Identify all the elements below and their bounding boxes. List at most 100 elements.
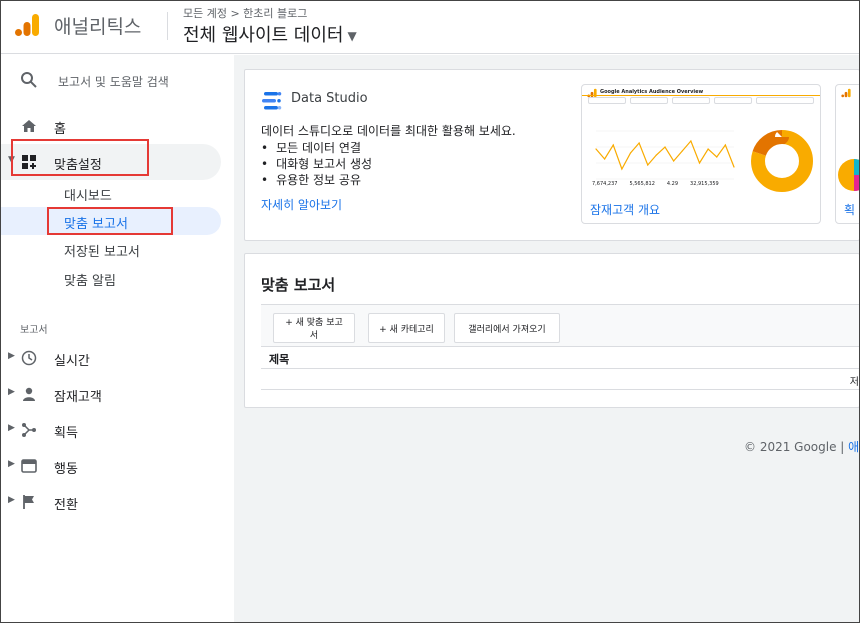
sidebar-subitem-custom-alerts[interactable]: 맞춤 알림 (0, 264, 221, 292)
view-title: 전체 웹사이트 데이터 (183, 25, 344, 46)
sidebar-item-behavior[interactable]: ▶ 행동 (0, 451, 233, 481)
new-custom-report-button[interactable]: + 새 맞춤 보고서 (273, 313, 355, 343)
thumbnail-stat: 7,674,237 (592, 181, 617, 187)
chart-point (604, 158, 606, 160)
chart-point (716, 156, 718, 158)
person-icon (23, 387, 35, 401)
search-icon (21, 72, 37, 88)
chart-point (698, 162, 701, 164)
chart-point (621, 168, 623, 170)
chart-point (707, 148, 709, 150)
data-studio-name: Data Studio (291, 91, 368, 106)
account-breadcrumb[interactable]: 모든 계정 > 한초리 블로그 (183, 5, 307, 21)
thumbnail-donut-chart (751, 130, 813, 192)
header-divider (167, 12, 168, 40)
chart-point (733, 166, 735, 168)
sidebar-item-audience[interactable]: ▶ 잠재고객 (0, 379, 233, 409)
sidebar-subitem-label: 맞춤 알림 (64, 274, 116, 289)
expand-right-icon: ▶ (8, 495, 15, 505)
thumbnail-line-chart (595, 130, 735, 180)
copyright-text: © 2021 Google | (744, 440, 845, 454)
thumbnail-caption[interactable]: 잠재고객 개요 (590, 201, 660, 218)
footer: © 2021 Google | 애널 (744, 438, 860, 455)
view-selector[interactable]: 전체 웹사이트 데이터 ▼ (183, 21, 357, 47)
behavior-window-icon (21, 459, 37, 473)
sidebar-item-label: 획득 (54, 426, 78, 441)
chart-point (638, 142, 640, 144)
chart-point (664, 146, 666, 148)
custom-reports-card: 맞춤 보고서 + 새 맞춤 보고서 + 새 카테고리 갤러리에서 가져오기 제목… (244, 253, 860, 408)
custom-reports-toolbar: + 새 맞춤 보고서 + 새 카테고리 갤러리에서 가져오기 (261, 304, 860, 346)
sidebar-item-label: 맞춤설정 (54, 158, 102, 173)
data-studio-feature-list: 모든 데이터 연결 대화형 보고서 생성 유용한 정보 공유 (261, 140, 372, 188)
chart-point (655, 154, 657, 156)
acquisition-icon (22, 423, 36, 437)
thumbnail-filter-chip (588, 97, 626, 104)
thumbnail-stats: 7,674,237 5,565,812 4.29 32,915,359 (592, 181, 719, 187)
thumbnail-pie-chart (838, 159, 859, 191)
sidebar-subitem-dashboard[interactable]: 대시보드 (0, 179, 221, 207)
thumbnail-filter-chip (672, 97, 710, 104)
chart-point (647, 164, 649, 166)
feature-item: 대화형 보고서 생성 (261, 156, 372, 172)
thumbnail-filter-chip (714, 97, 752, 104)
data-studio-card: Data Studio 데이터 스튜디오로 데이터를 최대한 활용해 보세요. … (244, 69, 860, 241)
thumbnail-stat: 4.29 (667, 181, 678, 187)
expand-right-icon: ▶ (8, 459, 15, 469)
sidebar-item-home[interactable]: 홈 (0, 111, 233, 141)
main-content: Data Studio 데이터 스튜디오로 데이터를 최대한 활용해 보세요. … (234, 55, 860, 623)
data-studio-headline: 데이터 스튜디오로 데이터를 최대한 활용해 보세요. (261, 124, 516, 138)
chart-point (724, 144, 726, 146)
analytics-logo-icon[interactable] (14, 12, 40, 38)
template-thumbnail-audience-overview[interactable]: Google Analytics Audience Overview 7,674… (581, 84, 821, 224)
sidebar: 보고서 및 도움말 검색 홈 ▼ 맞춤설정 대시보드 맞춤 보고서 저장된 보고… (0, 55, 233, 623)
sidebar-item-acquisition[interactable]: ▶ 획득 (0, 415, 233, 445)
sidebar-item-realtime[interactable]: ▶ 실시간 (0, 343, 233, 373)
thumbnail-stat: 32,915,359 (690, 181, 719, 187)
chart-point (612, 144, 614, 146)
new-category-button[interactable]: + 새 카테고리 (368, 313, 445, 343)
sidebar-subitem-label: 맞춤 보고서 (64, 217, 128, 232)
chart-point (629, 152, 632, 154)
caret-down-icon: ▼ (347, 29, 357, 43)
sidebar-item-customization[interactable]: ▼ 맞춤설정 (0, 144, 221, 180)
search-label: 보고서 및 도움말 검색 (58, 75, 169, 89)
sidebar-item-label: 홈 (54, 122, 66, 137)
data-studio-logo-icon (262, 92, 282, 110)
analytics-mini-logo-icon (841, 88, 851, 98)
expand-right-icon: ▶ (8, 351, 15, 361)
dashboard-add-icon (22, 155, 36, 169)
template-thumbnail-acquisition[interactable]: 획 (835, 84, 859, 224)
sidebar-item-label: 실시간 (54, 354, 90, 369)
chart-point (681, 150, 683, 152)
feature-item: 유용한 정보 공유 (261, 172, 372, 188)
feature-item: 모든 데이터 연결 (261, 140, 372, 156)
sidebar-item-conversions[interactable]: ▶ 전환 (0, 487, 233, 517)
chart-point (690, 140, 692, 142)
sidebar-item-label: 전환 (54, 498, 78, 513)
chart-point (595, 148, 597, 150)
expand-right-icon: ▶ (8, 387, 15, 397)
sidebar-search[interactable]: 보고서 및 도움말 검색 (0, 65, 233, 95)
thumbnail-caption[interactable]: 획 (844, 201, 855, 218)
learn-more-link[interactable]: 자세히 알아보기 (261, 196, 342, 213)
footer-link[interactable]: 애널 (848, 440, 860, 454)
section-label-reports: 보고서 (20, 325, 48, 336)
thumbnail-filter-chip (630, 97, 668, 104)
stat-value: 5,565,812 (629, 181, 655, 187)
top-header: 애널리틱스 모든 계정 > 한초리 블로그 전체 웹사이트 데이터 ▼ (0, 0, 860, 54)
expand-right-icon: ▶ (8, 423, 15, 433)
sidebar-subitem-label: 저장된 보고서 (64, 245, 140, 260)
import-from-gallery-button[interactable]: 갤러리에서 가져오기 (454, 313, 560, 343)
app-name: 애널리틱스 (54, 16, 142, 38)
reports-table-header: 제목 (261, 346, 860, 368)
sidebar-subitem-label: 대시보드 (64, 189, 112, 204)
stat-value: 4.29 (666, 181, 679, 187)
column-header-title[interactable]: 제목 (269, 351, 289, 367)
stat-value: 32,915,359 (690, 181, 719, 187)
sidebar-subitem-saved-reports[interactable]: 저장된 보고서 (0, 235, 221, 263)
flag-icon (23, 495, 34, 509)
stat-value: 7,674,237 (592, 181, 618, 187)
sidebar-subitem-custom-reports[interactable]: 맞춤 보고서 (0, 207, 221, 235)
chart-series-line (595, 139, 735, 171)
